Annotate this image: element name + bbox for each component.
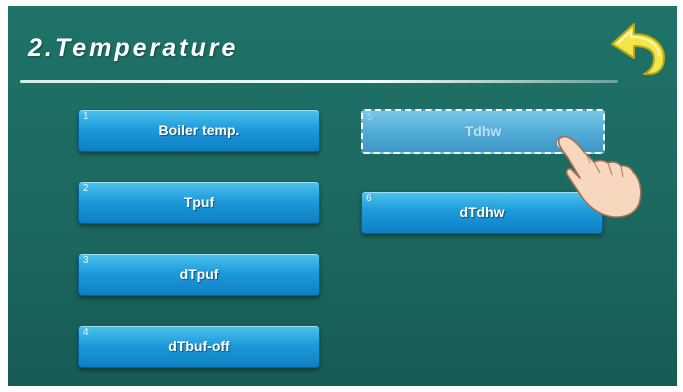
- menu-button-number: 4: [83, 327, 89, 338]
- menu-button-label: dTpuf: [179, 266, 219, 282]
- menu-button-label: Tpuf: [183, 194, 215, 210]
- back-arrow-icon: [611, 23, 665, 75]
- title-underline: [20, 80, 618, 83]
- menu-button-dtdhw[interactable]: 6 dTdhw: [361, 191, 603, 234]
- menu-button-tdhw[interactable]: 5 Tdhw: [361, 109, 605, 154]
- menu-button-boiler-temp[interactable]: 1 Boiler temp.: [78, 109, 320, 152]
- menu-button-dtbuf-off[interactable]: 4 dTbuf-off: [78, 325, 320, 368]
- menu-button-number: 3: [83, 255, 89, 266]
- menu-button-number: 1: [83, 111, 89, 122]
- menu-button-label: Tdhw: [464, 123, 502, 139]
- menu-button-label: Boiler temp.: [158, 122, 240, 138]
- back-button[interactable]: [604, 18, 668, 76]
- menu-button-number: 2: [83, 183, 89, 194]
- menu-button-number: 5: [367, 112, 373, 123]
- screen: 2.Temperature 1 Boiler temp. 2 Tpuf 3 dT…: [8, 6, 677, 386]
- menu-button-label: dTbuf-off: [168, 338, 230, 354]
- menu-button-number: 6: [366, 193, 372, 204]
- menu-button-tpuf[interactable]: 2 Tpuf: [78, 181, 320, 224]
- menu-button-label: dTdhw: [459, 204, 505, 220]
- page-title: 2.Temperature: [28, 34, 239, 62]
- menu-button-dtpuf[interactable]: 3 dTpuf: [78, 253, 320, 296]
